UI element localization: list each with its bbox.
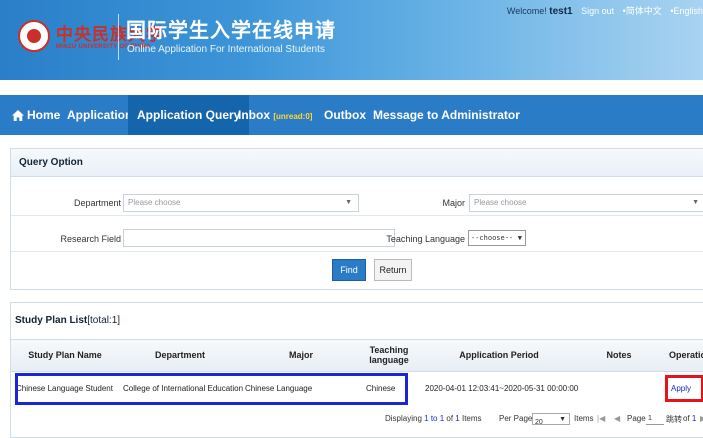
col-study-plan-name[interactable]: Study Plan Name — [11, 340, 119, 371]
chevron-down-icon: ▼ — [345, 199, 352, 206]
cell-application-period: 2020-04-01 12:03:41~2020-05-31 00:00:00 — [425, 384, 579, 393]
teaching-language-label: Teaching Language — [386, 234, 465, 244]
research-field-label: Research Field — [60, 234, 121, 244]
chevron-down-icon: ▼ — [692, 199, 699, 206]
per-page-value: 20 — [535, 419, 543, 426]
pager-displaying: Displaying 1 to 1 of 1 Items — [385, 414, 482, 423]
department-placeholder: Please choose — [128, 198, 181, 207]
teaching-language-select[interactable]: --choose-- ▼ — [468, 230, 526, 246]
nav-outbox[interactable]: Outbox — [324, 95, 366, 135]
pager-displaying-word: Displaying — [385, 414, 422, 423]
query-panel: Query Option Department Please choose ▼ … — [10, 148, 703, 290]
username: test1 — [549, 6, 573, 17]
major-placeholder: Please choose — [474, 198, 527, 207]
pager-range: 1 to 1 — [424, 414, 445, 423]
col-application-period[interactable]: Application Period — [417, 340, 581, 371]
main-nav: Home Application Application Query Inbox… — [0, 95, 703, 135]
per-page-label: Per Page — [499, 414, 533, 423]
pager-items-word: Items — [461, 414, 482, 423]
nav-inbox-label: Inbox — [238, 108, 270, 122]
pager-of-pages-word: of — [683, 414, 690, 423]
query-panel-title: Query Option — [11, 149, 703, 177]
nav-home[interactable]: Home — [12, 95, 60, 135]
nav-application[interactable]: Application — [67, 95, 132, 135]
row-highlight-box — [15, 373, 408, 405]
jump-button[interactable]: 跳转 — [666, 414, 682, 425]
major-select[interactable]: Please choose ▼ — [469, 194, 703, 212]
study-plan-total: [total:1] — [87, 315, 121, 326]
pager-total: 1 — [455, 414, 460, 423]
nav-application-query[interactable]: Application Query — [128, 95, 250, 135]
inbox-unread-badge: [unread:0] — [273, 112, 313, 121]
chevron-down-icon: ▼ — [559, 416, 566, 423]
nav-home-label: Home — [27, 108, 61, 122]
col-teaching-language[interactable]: Teaching language — [361, 340, 417, 371]
study-plan-title: Study Plan List[total:1] — [11, 303, 703, 339]
university-logo-icon — [18, 20, 50, 52]
site-title-en: Online Application For International Stu… — [127, 44, 325, 55]
header-banner: 中央民族大学 MINZU UNIVERSITY OF CHINA 国际学生入学在… — [0, 0, 703, 80]
return-button[interactable]: Return — [374, 259, 412, 281]
logo-divider — [118, 14, 119, 60]
chevron-down-icon: ▼ — [517, 234, 522, 242]
pager-page-count: 1 — [691, 414, 697, 423]
row-divider — [11, 215, 703, 216]
col-major[interactable]: Major — [241, 340, 361, 371]
sign-out-link[interactable]: Sign out — [581, 6, 614, 16]
per-page-select[interactable]: 20 ▼ — [532, 413, 570, 426]
user-bar: Welcome! test1 Sign out •简体中文 •English — [507, 4, 703, 17]
page-label: Page — [627, 414, 646, 423]
col-operation[interactable]: Operation — [657, 340, 703, 371]
department-label: Department — [73, 198, 121, 208]
nav-message-admin[interactable]: Message to Administrator — [373, 95, 520, 135]
nav-inbox[interactable]: Inbox [unread:0] — [238, 95, 312, 135]
page-number-input[interactable]: 1 — [646, 413, 664, 425]
site-title-cn: 国际学生入学在线申请 — [126, 20, 336, 42]
pager-items-label: Items — [574, 414, 594, 423]
apply-link[interactable]: Apply — [671, 384, 691, 393]
prev-page-icon[interactable]: ◀ — [614, 414, 620, 423]
teaching-language-value: --choose-- — [471, 234, 514, 242]
study-plan-panel: Study Plan List[total:1] Study Plan Name… — [10, 302, 703, 438]
col-notes[interactable]: Notes — [581, 340, 657, 371]
lang-en-link[interactable]: •English — [670, 6, 703, 16]
department-select[interactable]: Please choose ▼ — [123, 194, 359, 212]
find-button[interactable]: Find — [332, 259, 366, 281]
study-plan-title-text: Study Plan List — [15, 315, 88, 326]
home-icon — [12, 110, 24, 122]
row-divider — [11, 251, 703, 252]
research-field-input[interactable] — [123, 229, 395, 247]
lang-cn-link[interactable]: •简体中文 — [623, 6, 662, 16]
pager-of: of — [446, 414, 454, 423]
major-label: Major — [442, 198, 465, 208]
pager-of-pages: of 1 — [683, 414, 696, 423]
first-page-icon[interactable]: |◀ — [597, 414, 605, 423]
pagination: Displaying 1 to 1 of 1 Items Per Page 20… — [11, 411, 703, 431]
welcome-text: Welcome! — [506, 6, 547, 16]
table-header: Study Plan Name Department Major Teachin… — [11, 339, 703, 372]
col-department[interactable]: Department — [119, 340, 241, 371]
